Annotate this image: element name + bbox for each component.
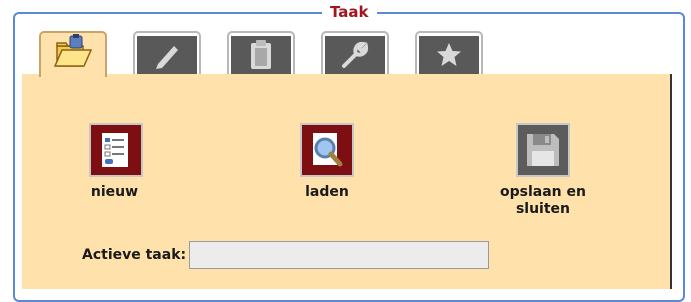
active-task-label: Actieve taak: — [82, 247, 187, 263]
magnifier-document-icon — [300, 123, 354, 177]
clipboard-icon — [246, 39, 276, 75]
active-task-row: Actieve taak: — [82, 241, 490, 269]
save-close-button[interactable]: opslaan en sluiten — [500, 123, 586, 218]
load-task-button[interactable]: laden — [300, 123, 354, 201]
tab-clipboard[interactable] — [227, 31, 295, 79]
wrench-icon — [340, 40, 370, 74]
tab-edit[interactable] — [133, 31, 201, 79]
save-close-label-line2: sluiten — [515, 201, 571, 217]
new-task-button[interactable]: nieuw — [86, 123, 143, 201]
new-form-icon — [89, 123, 143, 177]
tab-task[interactable] — [39, 31, 107, 77]
save-close-label: opslaan en sluiten — [500, 184, 586, 218]
panel-legend-title: Taak — [322, 3, 377, 21]
floppy-disk-icon — [515, 123, 570, 177]
pencil-icon — [152, 40, 182, 74]
new-task-label: nieuw — [90, 184, 139, 200]
tab-tools[interactable] — [321, 31, 389, 79]
folder-open-icon — [53, 34, 93, 76]
tab-favorites[interactable] — [415, 31, 483, 79]
load-task-label: laden — [305, 184, 349, 200]
active-task-field[interactable] — [189, 241, 490, 269]
save-close-label-line1: opslaan en — [500, 184, 586, 200]
star-icon — [434, 40, 464, 74]
